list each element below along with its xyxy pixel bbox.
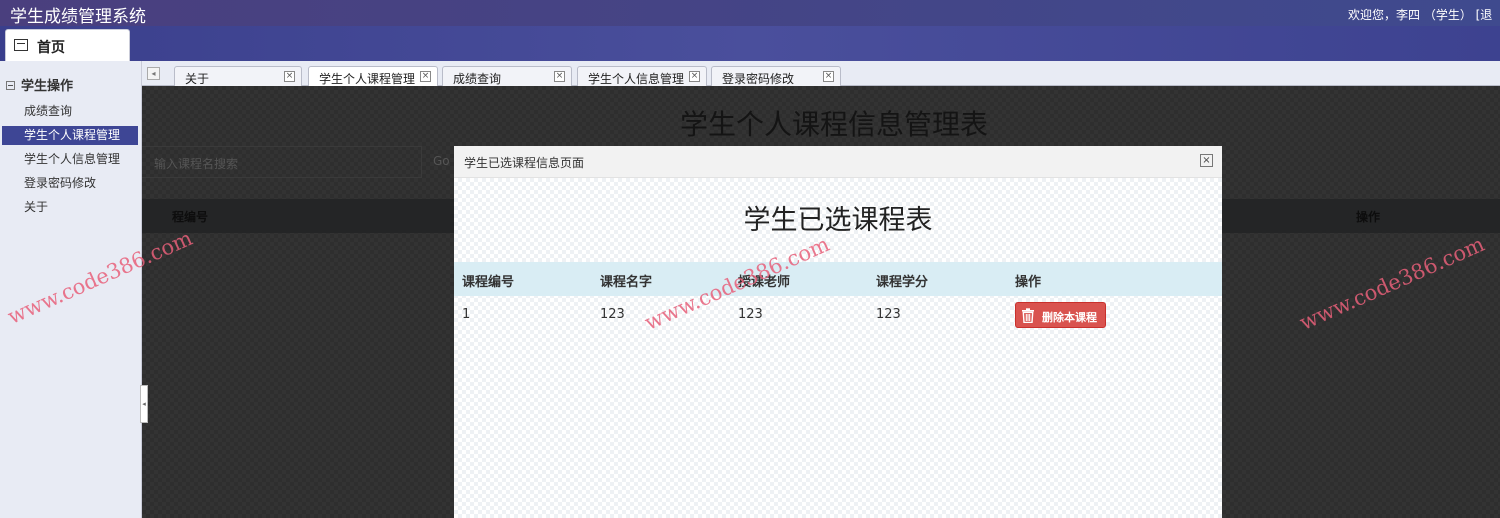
- search-placeholder: 输入课程名搜索: [154, 157, 239, 171]
- home-page-icon: [14, 39, 28, 51]
- tab-close-icon[interactable]: ×: [689, 71, 700, 82]
- sidebar-collapse-handle[interactable]: ◂: [140, 385, 148, 423]
- tab-label: 成绩查询: [453, 72, 502, 86]
- column-header-course-id: 程编号: [172, 210, 209, 224]
- cell-teacher: 123: [738, 307, 763, 322]
- table-header: 课程编号 课程名字 授课老师 课程学分 操作: [454, 262, 1222, 296]
- tab-about[interactable]: 关于 ×: [174, 66, 302, 86]
- tab-password-change[interactable]: 登录密码修改 ×: [711, 66, 841, 86]
- tab-close-icon[interactable]: ×: [284, 71, 295, 82]
- sidebar-item-about[interactable]: 关于: [2, 198, 138, 217]
- tab-label: 学生个人信息管理: [588, 72, 685, 86]
- sidebar-item-password-change[interactable]: 登录密码修改: [2, 174, 138, 193]
- app-title: 学生成绩管理系统: [10, 7, 146, 27]
- sidebar-section-header[interactable]: 学生操作: [6, 75, 73, 94]
- page-heading: 学生个人课程信息管理表: [680, 108, 989, 141]
- tab-label: 关于: [185, 72, 210, 86]
- sidebar-item-grade-query[interactable]: 成绩查询: [2, 102, 138, 121]
- cell-credit: 123: [876, 307, 901, 322]
- delete-button-label: 删除本课程: [1042, 311, 1097, 324]
- home-tab[interactable]: 首页: [5, 29, 130, 62]
- course-search-input[interactable]: 输入课程名搜索: [142, 146, 422, 178]
- sidebar-section-title: 学生操作: [21, 79, 74, 94]
- go-button[interactable]: Go: [433, 154, 450, 168]
- cell-course-id: 1: [462, 307, 471, 322]
- dialog-title: 学生已选课程信息页面: [464, 156, 585, 170]
- tab-strip: ◂ 关于 × 学生个人课程管理 × 成绩查询 × 学生个人信息管理 × 登录密码…: [142, 61, 1500, 86]
- dialog-header: 学生已选课程信息页面 ×: [454, 146, 1222, 178]
- trash-icon: [1022, 308, 1034, 323]
- selected-courses-dialog: 学生已选课程信息页面 × 学生已选课程表 课程编号 课程名字 授课老师 课程学分…: [454, 146, 1222, 518]
- header-title-bar: [0, 0, 1500, 26]
- sidebar-item-personal-info[interactable]: 学生个人信息管理: [2, 150, 138, 169]
- column-header-credit: 课程学分: [876, 275, 929, 290]
- column-header-course-id: 课程编号: [462, 275, 515, 290]
- column-header-actions: 操作: [1015, 275, 1042, 290]
- tab-close-icon[interactable]: ×: [823, 71, 834, 82]
- sidebar-item-course-management[interactable]: 学生个人课程管理: [2, 126, 138, 145]
- collapse-toggle-icon[interactable]: [6, 81, 15, 90]
- home-tab-label: 首页: [37, 40, 65, 56]
- dialog-body: 学生已选课程表 课程编号 课程名字 授课老师 课程学分 操作 1 123 123…: [454, 178, 1222, 518]
- welcome-text[interactable]: 欢迎您，李四 （学生） [退: [1348, 6, 1492, 23]
- close-icon[interactable]: ×: [1200, 154, 1213, 167]
- top-header: 学生成绩管理系统 欢迎您，李四 （学生） [退: [0, 0, 1500, 61]
- tab-close-icon[interactable]: ×: [420, 71, 431, 82]
- tab-grade-query[interactable]: 成绩查询 ×: [442, 66, 572, 86]
- table-row: 1 123 123 123: [454, 296, 1222, 332]
- tab-label: 登录密码修改: [722, 72, 795, 86]
- tab-label: 学生个人课程管理: [319, 72, 416, 86]
- column-header-actions: 操作: [1356, 210, 1381, 224]
- column-header-course-name: 课程名字: [600, 275, 653, 290]
- tab-close-icon[interactable]: ×: [554, 71, 565, 82]
- tab-course-management[interactable]: 学生个人课程管理 ×: [308, 66, 438, 86]
- dialog-heading: 学生已选课程表: [743, 205, 933, 236]
- cell-course-name: 123: [600, 307, 625, 322]
- tab-scroll-left-icon[interactable]: ◂: [147, 67, 160, 80]
- delete-course-button[interactable]: 删除本课程: [1015, 302, 1106, 328]
- tab-personal-info[interactable]: 学生个人信息管理 ×: [577, 66, 707, 86]
